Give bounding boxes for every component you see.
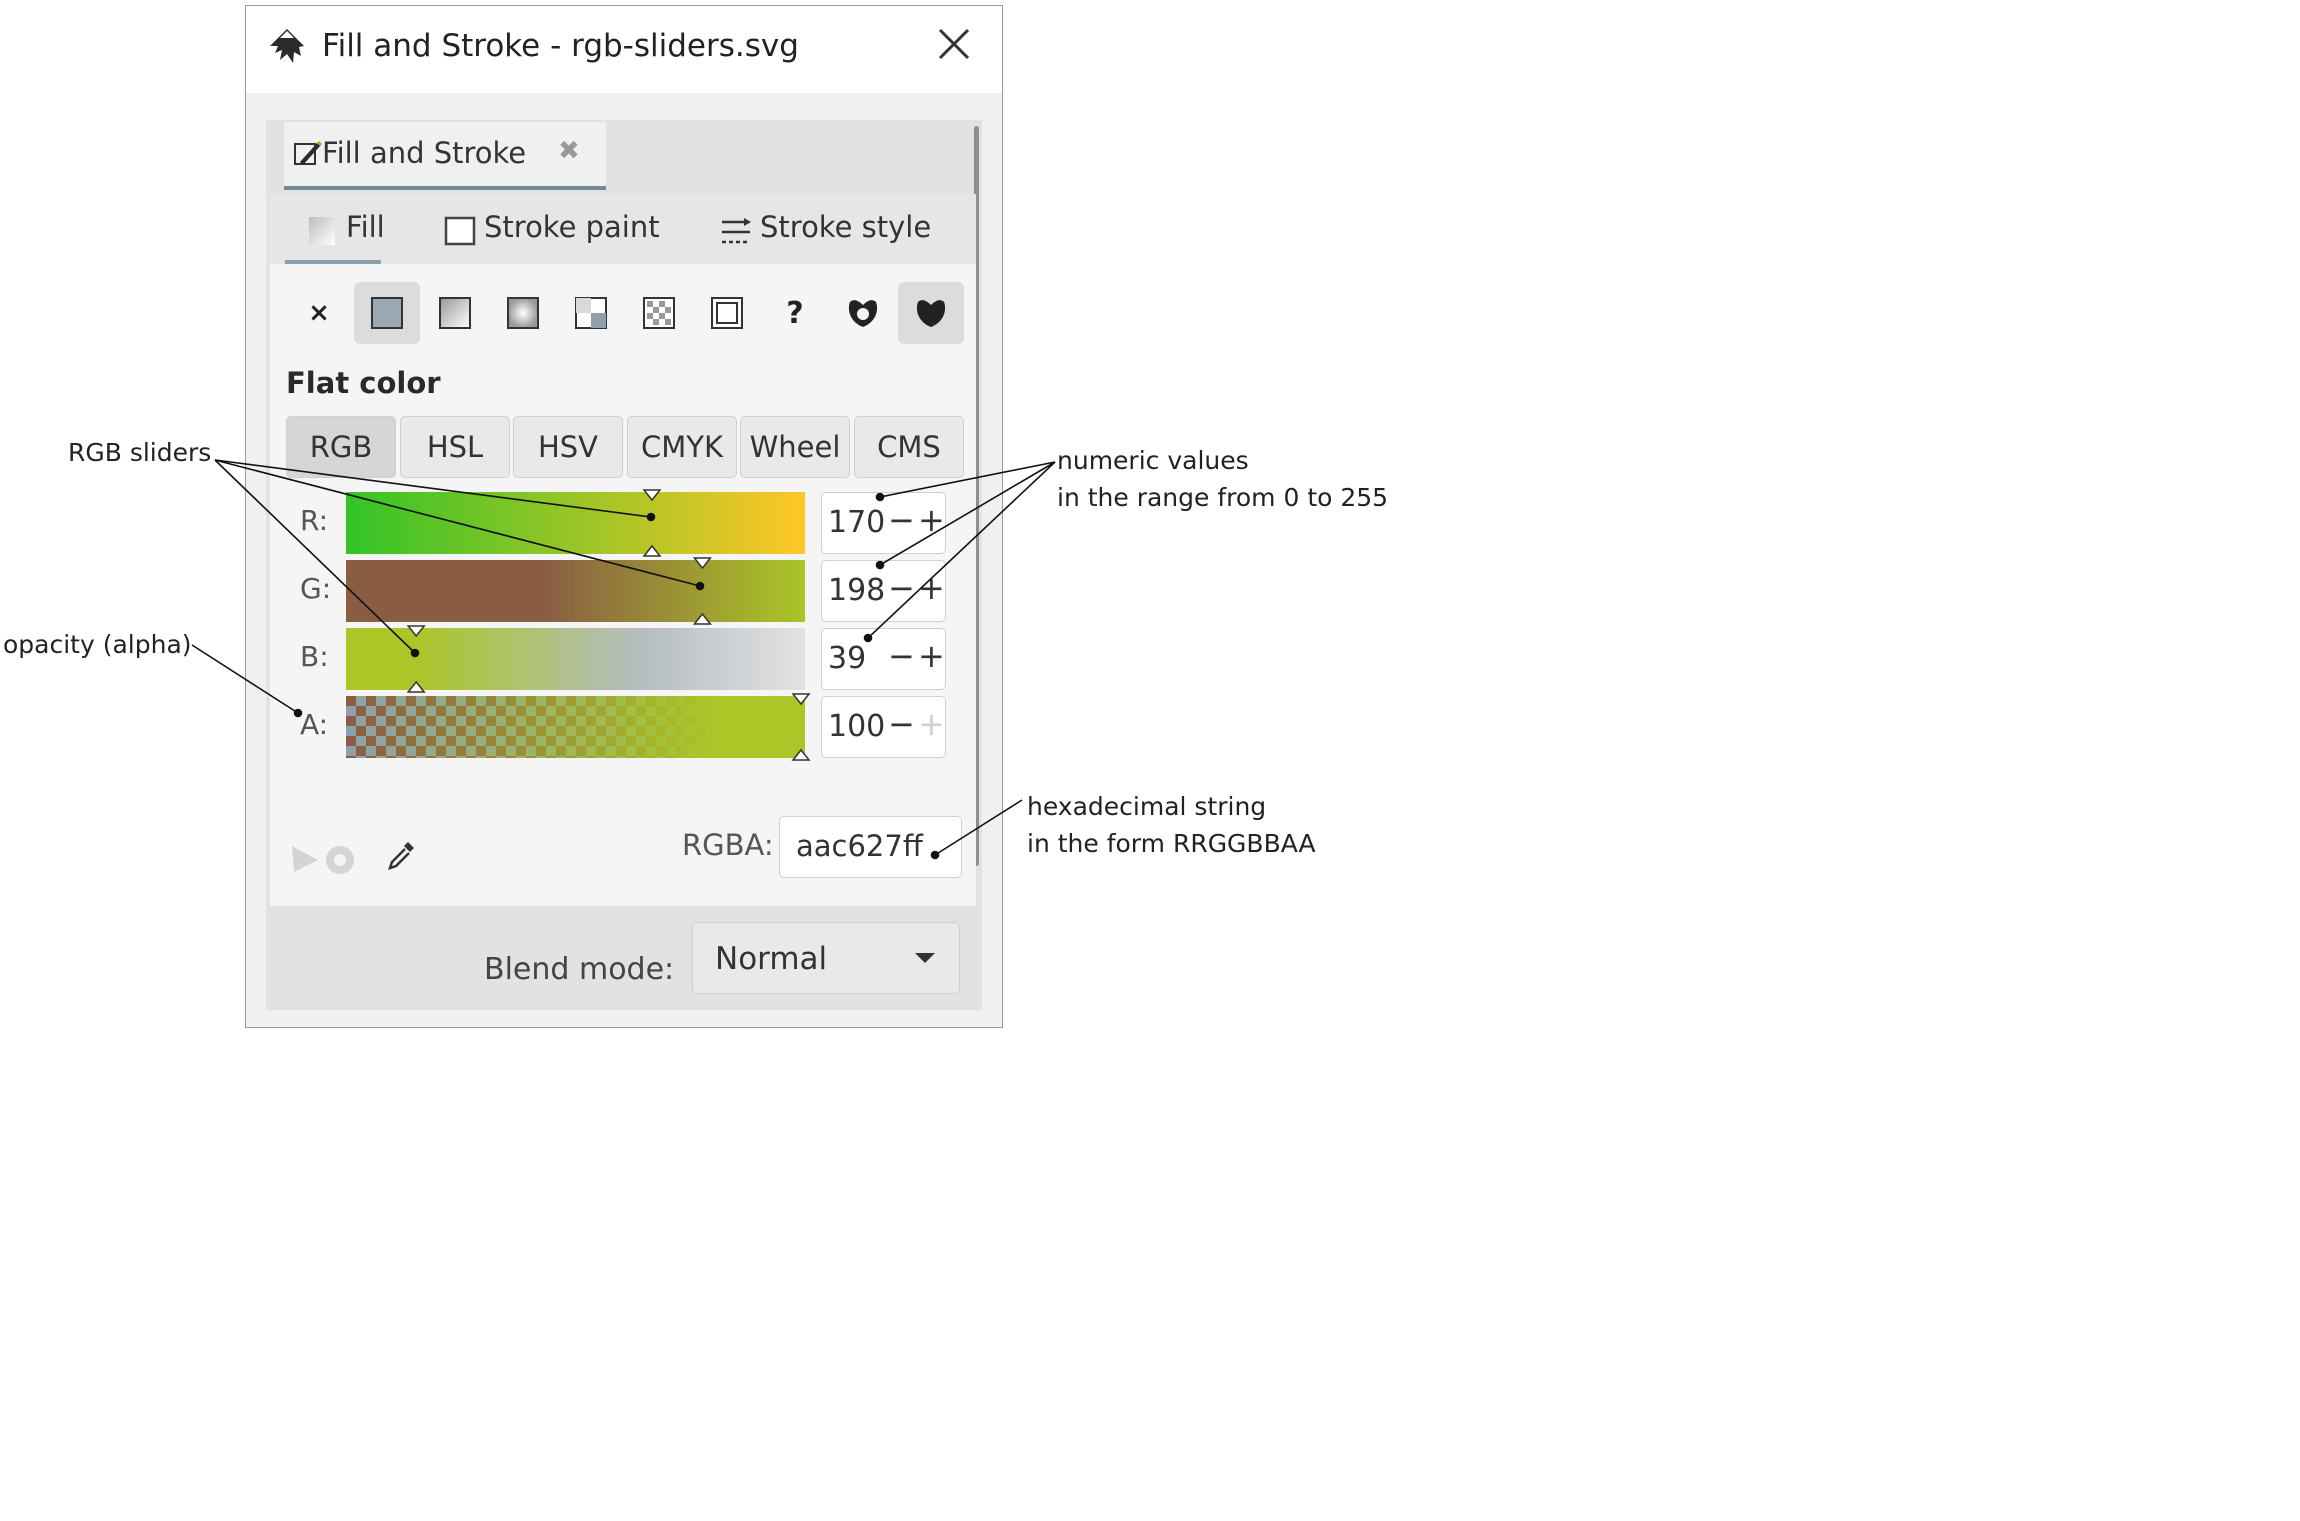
annotation-leader-lines [191, 459, 1056, 860]
